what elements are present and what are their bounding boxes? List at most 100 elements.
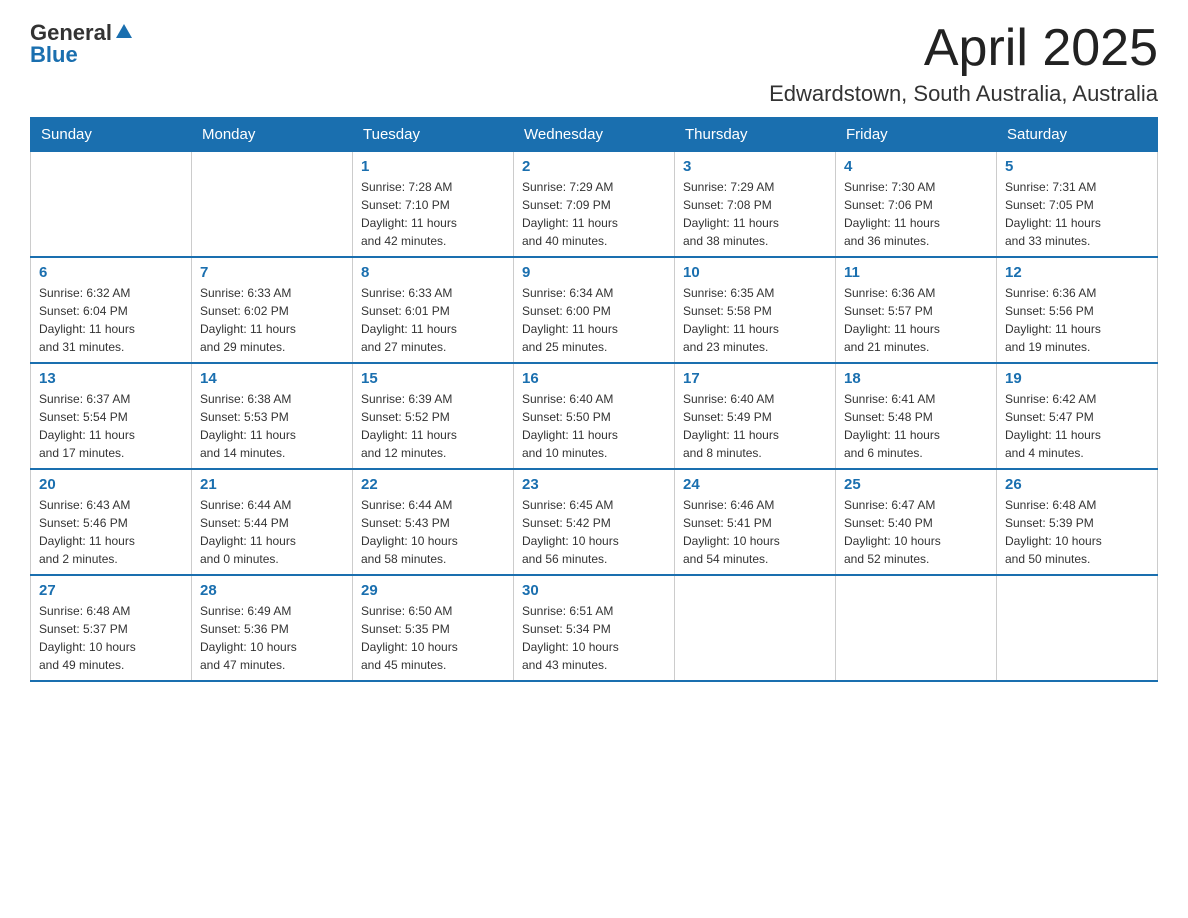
day-info: Sunrise: 6:48 AMSunset: 5:39 PMDaylight:… [1005, 498, 1102, 566]
calendar-cell: 29 Sunrise: 6:50 AMSunset: 5:35 PMDayligh… [353, 575, 514, 681]
calendar-cell: 19 Sunrise: 6:42 AMSunset: 5:47 PMDayligh… [997, 363, 1158, 469]
calendar-week-row: 27 Sunrise: 6:48 AMSunset: 5:37 PMDayligh… [31, 575, 1158, 681]
calendar-cell: 3Sunrise: 7:29 AMSunset: 7:08 PMDaylight… [675, 152, 836, 258]
day-info: Sunrise: 6:34 AMSunset: 6:00 PMDaylight:… [522, 286, 618, 354]
calendar-cell: 14 Sunrise: 6:38 AMSunset: 5:53 PMDayligh… [192, 363, 353, 469]
calendar-cell: 2 Sunrise: 7:29 AMSunset: 7:09 PMDaylight… [514, 152, 675, 258]
calendar-cell: 30 Sunrise: 6:51 AMSunset: 5:34 PMDayligh… [514, 575, 675, 681]
calendar-day-header: Friday [836, 118, 997, 152]
day-info: Sunrise: 6:33 AMSunset: 6:02 PMDaylight:… [200, 286, 296, 354]
day-info: Sunrise: 6:36 AMSunset: 5:57 PMDaylight:… [844, 286, 940, 354]
day-number: 11 [844, 264, 988, 281]
day-number: 30 [522, 582, 666, 599]
calendar-cell: 4 Sunrise: 7:30 AMSunset: 7:06 PMDaylight… [836, 152, 997, 258]
logo-triangle-icon [115, 22, 133, 45]
day-number: 21 [200, 476, 344, 493]
calendar-cell: 20 Sunrise: 6:43 AMSunset: 5:46 PMDayligh… [31, 469, 192, 575]
day-info: Sunrise: 6:40 AMSunset: 5:49 PMDaylight:… [683, 392, 779, 460]
day-info: Sunrise: 6:47 AMSunset: 5:40 PMDaylight:… [844, 498, 941, 566]
calendar-cell: 16Sunrise: 6:40 AMSunset: 5:50 PMDayligh… [514, 363, 675, 469]
day-info: Sunrise: 6:49 AMSunset: 5:36 PMDaylight:… [200, 604, 297, 672]
day-info: Sunrise: 7:31 AMSunset: 7:05 PMDaylight:… [1005, 180, 1101, 248]
calendar-cell: 21 Sunrise: 6:44 AMSunset: 5:44 PMDayligh… [192, 469, 353, 575]
calendar-cell: 7 Sunrise: 6:33 AMSunset: 6:02 PMDaylight… [192, 257, 353, 363]
calendar-cell: 26 Sunrise: 6:48 AMSunset: 5:39 PMDayligh… [997, 469, 1158, 575]
day-info: Sunrise: 6:43 AMSunset: 5:46 PMDaylight:… [39, 498, 135, 566]
day-info: Sunrise: 6:44 AMSunset: 5:43 PMDaylight:… [361, 498, 458, 566]
day-number: 18 [844, 370, 988, 387]
day-info: Sunrise: 6:44 AMSunset: 5:44 PMDaylight:… [200, 498, 296, 566]
calendar-cell: 15 Sunrise: 6:39 AMSunset: 5:52 PMDayligh… [353, 363, 514, 469]
day-info: Sunrise: 6:39 AMSunset: 5:52 PMDaylight:… [361, 392, 457, 460]
day-number: 26 [1005, 476, 1149, 493]
calendar-cell: 10Sunrise: 6:35 AMSunset: 5:58 PMDayligh… [675, 257, 836, 363]
calendar-cell [192, 152, 353, 258]
day-number: 7 [200, 264, 344, 281]
day-number: 1 [361, 158, 505, 175]
day-info: Sunrise: 6:50 AMSunset: 5:35 PMDaylight:… [361, 604, 458, 672]
day-number: 25 [844, 476, 988, 493]
day-number: 19 [1005, 370, 1149, 387]
calendar-cell [997, 575, 1158, 681]
day-number: 10 [683, 264, 827, 281]
calendar-cell: 27 Sunrise: 6:48 AMSunset: 5:37 PMDayligh… [31, 575, 192, 681]
calendar-table: SundayMondayTuesdayWednesdayThursdayFrid… [30, 117, 1158, 682]
calendar-day-header: Saturday [997, 118, 1158, 152]
day-info: Sunrise: 6:45 AMSunset: 5:42 PMDaylight:… [522, 498, 619, 566]
day-number: 22 [361, 476, 505, 493]
day-number: 2 [522, 158, 666, 175]
day-info: Sunrise: 6:33 AMSunset: 6:01 PMDaylight:… [361, 286, 457, 354]
calendar-cell: 28 Sunrise: 6:49 AMSunset: 5:36 PMDayligh… [192, 575, 353, 681]
day-number: 27 [39, 582, 183, 599]
day-number: 28 [200, 582, 344, 599]
day-info: Sunrise: 7:29 AMSunset: 7:08 PMDaylight:… [683, 180, 779, 248]
day-number: 29 [361, 582, 505, 599]
calendar-day-header: Tuesday [353, 118, 514, 152]
day-number: 9 [522, 264, 666, 281]
day-info: Sunrise: 6:38 AMSunset: 5:53 PMDaylight:… [200, 392, 296, 460]
calendar-cell: 25 Sunrise: 6:47 AMSunset: 5:40 PMDayligh… [836, 469, 997, 575]
calendar-cell: 23 Sunrise: 6:45 AMSunset: 5:42 PMDayligh… [514, 469, 675, 575]
day-info: Sunrise: 6:41 AMSunset: 5:48 PMDaylight:… [844, 392, 940, 460]
calendar-day-header: Sunday [31, 118, 192, 152]
day-number: 5 [1005, 158, 1149, 175]
day-info: Sunrise: 6:42 AMSunset: 5:47 PMDaylight:… [1005, 392, 1101, 460]
calendar-day-header: Thursday [675, 118, 836, 152]
calendar-cell [31, 152, 192, 258]
day-number: 4 [844, 158, 988, 175]
day-number: 23 [522, 476, 666, 493]
day-info: Sunrise: 6:46 AMSunset: 5:41 PMDaylight:… [683, 498, 780, 566]
calendar-week-row: 1 Sunrise: 7:28 AMSunset: 7:10 PMDaylight… [31, 152, 1158, 258]
day-info: Sunrise: 6:40 AMSunset: 5:50 PMDaylight:… [522, 392, 618, 460]
calendar-cell: 13Sunrise: 6:37 AMSunset: 5:54 PMDayligh… [31, 363, 192, 469]
day-number: 14 [200, 370, 344, 387]
calendar-cell: 5 Sunrise: 7:31 AMSunset: 7:05 PMDaylight… [997, 152, 1158, 258]
day-number: 20 [39, 476, 183, 493]
calendar-cell [675, 575, 836, 681]
calendar-day-header: Wednesday [514, 118, 675, 152]
calendar-cell: 12Sunrise: 6:36 AMSunset: 5:56 PMDayligh… [997, 257, 1158, 363]
day-number: 12 [1005, 264, 1149, 281]
day-info: Sunrise: 7:28 AMSunset: 7:10 PMDaylight:… [361, 180, 457, 248]
day-number: 17 [683, 370, 827, 387]
day-info: Sunrise: 6:48 AMSunset: 5:37 PMDaylight:… [39, 604, 136, 672]
page-title: April 2025 [769, 20, 1158, 77]
calendar-cell: 24Sunrise: 6:46 AMSunset: 5:41 PMDayligh… [675, 469, 836, 575]
day-info: Sunrise: 6:51 AMSunset: 5:34 PMDaylight:… [522, 604, 619, 672]
calendar-cell: 17 Sunrise: 6:40 AMSunset: 5:49 PMDayligh… [675, 363, 836, 469]
logo-blue-text: Blue [30, 42, 78, 68]
day-info: Sunrise: 7:30 AMSunset: 7:06 PMDaylight:… [844, 180, 940, 248]
day-number: 15 [361, 370, 505, 387]
day-number: 13 [39, 370, 183, 387]
day-info: Sunrise: 7:29 AMSunset: 7:09 PMDaylight:… [522, 180, 618, 248]
day-number: 6 [39, 264, 183, 281]
calendar-day-header: Monday [192, 118, 353, 152]
calendar-week-row: 6Sunrise: 6:32 AMSunset: 6:04 PMDaylight… [31, 257, 1158, 363]
title-section: April 2025 Edwardstown, South Australia,… [769, 20, 1158, 107]
day-number: 8 [361, 264, 505, 281]
calendar-header-row: SundayMondayTuesdayWednesdayThursdayFrid… [31, 118, 1158, 152]
logo: General Blue [30, 20, 133, 68]
page-header: General Blue April 2025 Edwardstown, Sou… [30, 20, 1158, 107]
calendar-cell: 9 Sunrise: 6:34 AMSunset: 6:00 PMDaylight… [514, 257, 675, 363]
calendar-week-row: 13Sunrise: 6:37 AMSunset: 5:54 PMDayligh… [31, 363, 1158, 469]
